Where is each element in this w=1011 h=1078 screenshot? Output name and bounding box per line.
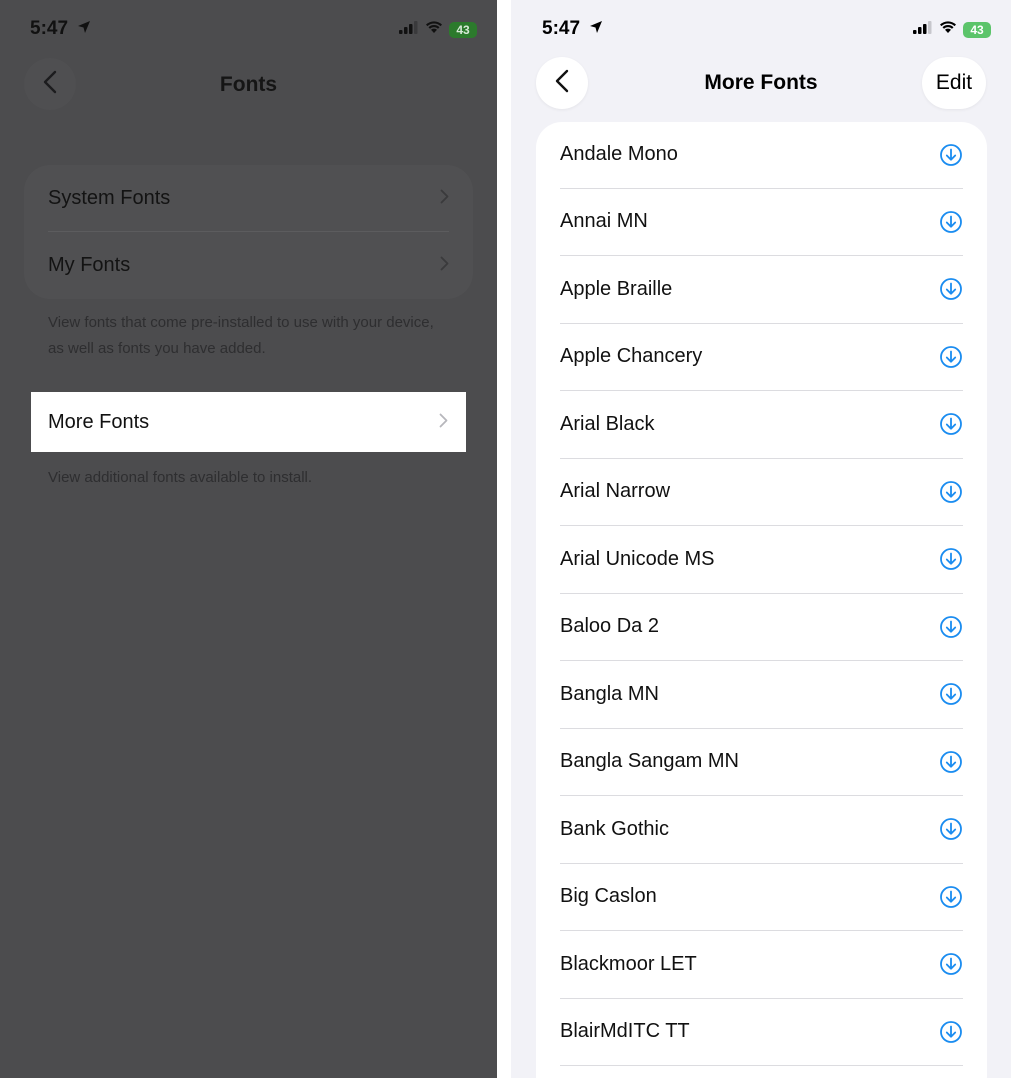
download-icon[interactable] xyxy=(939,480,963,504)
font-row[interactable]: Apple Chancery xyxy=(560,324,963,391)
font-row[interactable]: Baloo Da 2 xyxy=(560,594,963,661)
font-row[interactable]: Bank Gothic xyxy=(560,796,963,864)
list-item-label: More Fonts xyxy=(48,410,150,433)
font-name: Bangla Sangam MN xyxy=(560,750,739,773)
location-arrow-icon xyxy=(77,18,91,40)
font-row[interactable]: Big Caslon xyxy=(560,864,963,931)
download-icon[interactable] xyxy=(939,277,963,301)
font-name: Arial Black xyxy=(560,412,655,435)
download-icon[interactable] xyxy=(939,210,963,234)
more-fonts-screen: 5:47 43 More Fonts Edit Andale Mono Annai… xyxy=(511,0,1011,1078)
edit-button[interactable]: Edit xyxy=(922,57,986,109)
page-title: Fonts xyxy=(219,73,278,96)
download-icon[interactable] xyxy=(939,750,963,774)
status-time: 5:47 xyxy=(542,18,603,40)
font-row[interactable]: Blackmoor LET xyxy=(560,931,963,999)
font-name: Arial Unicode MS xyxy=(560,547,715,570)
status-icons: 43 xyxy=(913,20,991,39)
font-row[interactable]: Arial Unicode MS xyxy=(560,526,963,594)
font-row[interactable]: Andale Mono xyxy=(560,122,963,189)
location-arrow-icon xyxy=(589,18,603,40)
font-row[interactable]: Bangla MN xyxy=(560,661,963,729)
font-name: Annai MN xyxy=(560,210,648,233)
chevron-right-icon xyxy=(440,187,449,210)
font-row[interactable]: Bangla Sangam MN xyxy=(560,729,963,796)
fonts-screen: 5:47 43 Fonts System Fonts My Fonts View… xyxy=(0,0,497,1078)
chevron-right-icon xyxy=(440,254,449,277)
wifi-icon xyxy=(939,20,957,39)
panel-divider xyxy=(497,0,511,1078)
status-time-text: 5:47 xyxy=(30,18,69,40)
font-row[interactable]: Annai MN xyxy=(560,189,963,256)
font-name: Andale Mono xyxy=(560,143,678,166)
download-icon[interactable] xyxy=(939,1020,963,1044)
list-item-label: System Fonts xyxy=(48,186,171,209)
font-name: Apple Chancery xyxy=(560,345,703,368)
fonts-group: System Fonts My Fonts xyxy=(24,165,473,299)
download-icon[interactable] xyxy=(939,547,963,571)
group-footnote: View fonts that come pre-installed to us… xyxy=(48,314,434,357)
download-icon[interactable] xyxy=(939,885,963,909)
status-time: 5:47 xyxy=(30,18,91,40)
font-row[interactable]: Apple Braille xyxy=(560,256,963,324)
download-icon[interactable] xyxy=(939,682,963,706)
chevron-right-icon xyxy=(439,411,448,434)
download-icon[interactable] xyxy=(939,143,963,167)
download-icon[interactable] xyxy=(939,817,963,841)
more-fonts-item[interactable]: More Fonts xyxy=(31,392,466,452)
list-item-label: My Fonts xyxy=(48,253,131,276)
font-name: Bank Gothic xyxy=(560,817,669,840)
status-time-text: 5:47 xyxy=(542,18,581,40)
font-list: Andale Mono Annai MN Apple Braille Apple Ch… xyxy=(536,122,987,1078)
font-name: Bangla MN xyxy=(560,682,659,705)
wifi-icon xyxy=(425,20,443,39)
download-icon[interactable] xyxy=(939,345,963,369)
download-icon[interactable] xyxy=(939,952,963,976)
font-name: BlairMdITC TT xyxy=(560,1020,690,1043)
font-name: Blackmoor LET xyxy=(560,952,697,975)
download-icon[interactable] xyxy=(939,412,963,436)
list-item-system-fonts[interactable]: System Fonts xyxy=(48,165,449,231)
battery-indicator: 43 xyxy=(449,21,477,38)
download-icon[interactable] xyxy=(939,615,963,639)
status-bar: 5:47 43 xyxy=(511,16,1011,44)
font-row[interactable]: BlairMdITC TT xyxy=(560,999,963,1066)
font-name: Arial Narrow xyxy=(560,480,671,503)
font-name: Baloo Da 2 xyxy=(560,615,659,638)
battery-indicator: 43 xyxy=(963,21,991,38)
more-fonts-footnote: View additional fonts available to insta… xyxy=(48,469,313,486)
font-row[interactable]: Arial Narrow xyxy=(560,459,963,526)
status-bar: 5:47 43 xyxy=(0,16,497,44)
font-row[interactable]: Arial Black xyxy=(560,391,963,459)
font-name: Apple Braille xyxy=(560,277,673,300)
status-icons: 43 xyxy=(399,20,477,39)
list-item-my-fonts[interactable]: My Fonts xyxy=(48,232,449,298)
font-name: Big Caslon xyxy=(560,885,657,908)
cellular-signal-icon xyxy=(399,20,419,39)
cellular-signal-icon xyxy=(913,20,933,39)
